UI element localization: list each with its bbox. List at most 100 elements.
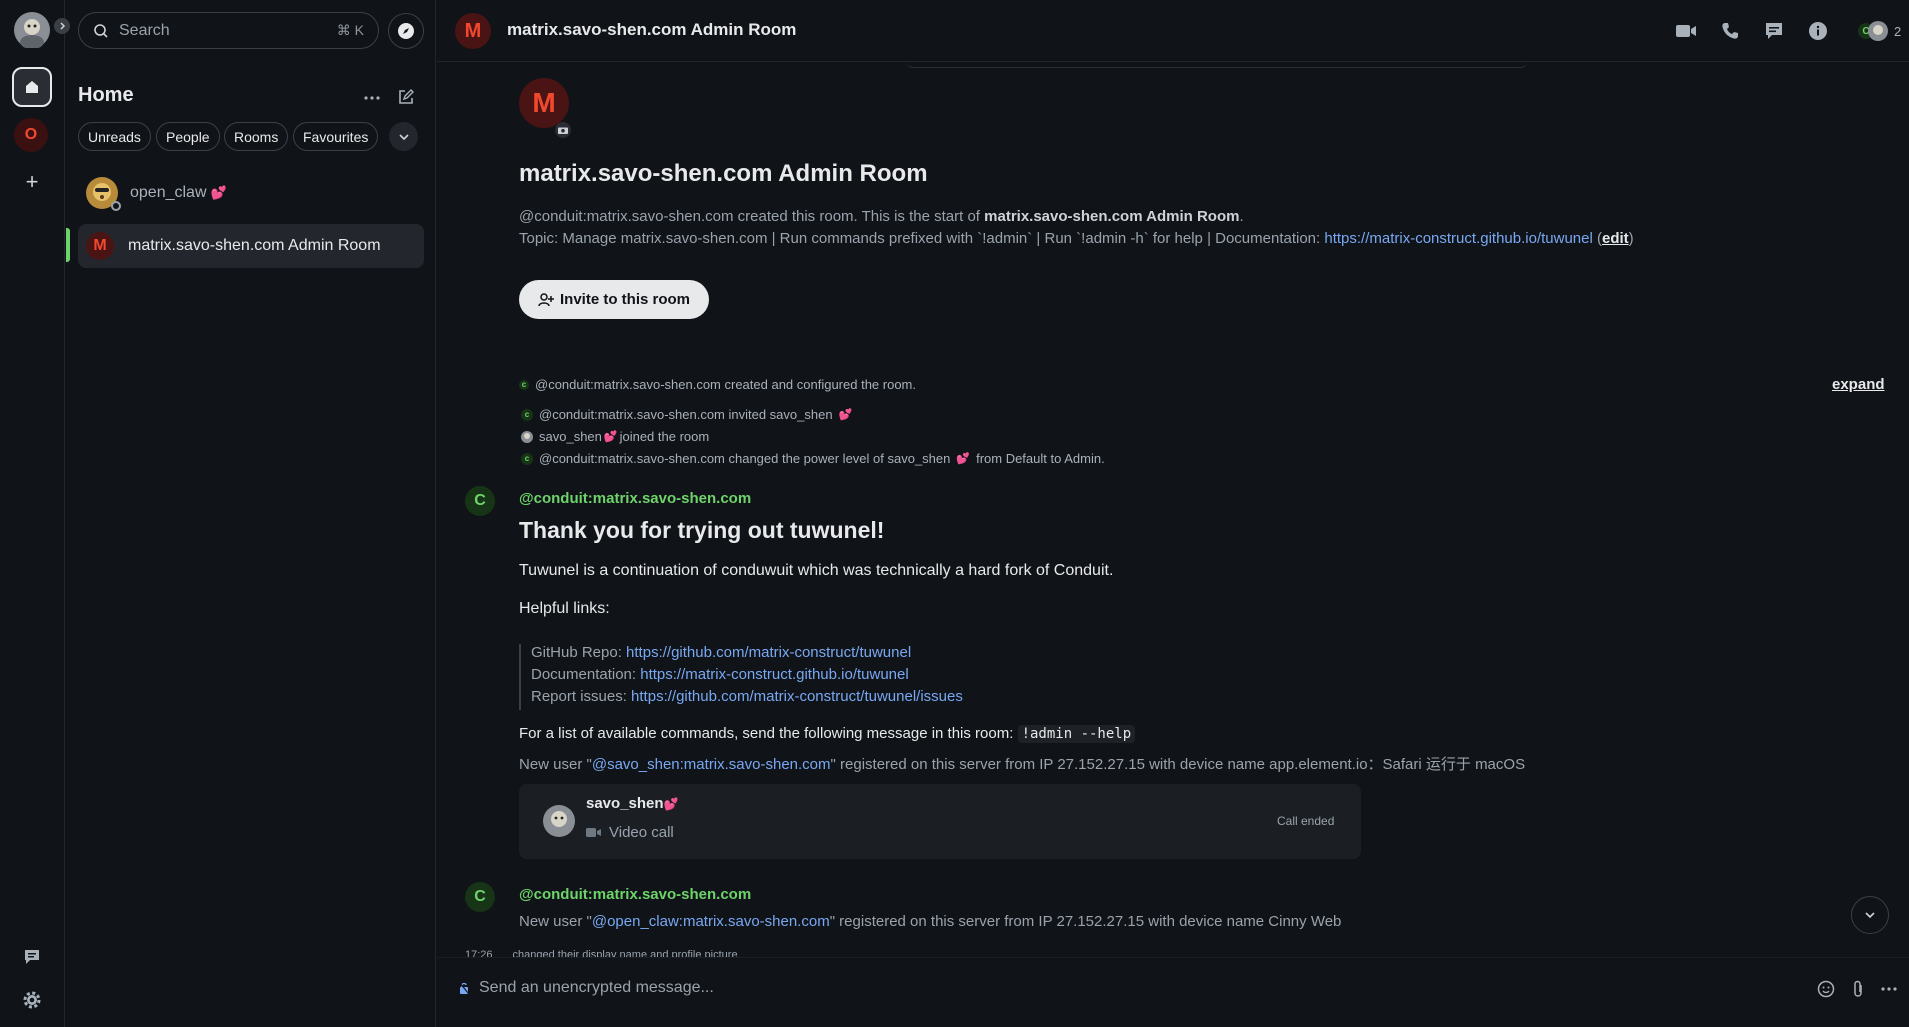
invite-button[interactable]: Invite to this room xyxy=(519,280,710,319)
sender-avatar[interactable]: C xyxy=(465,882,495,912)
documentation-link[interactable]: https://matrix-construct.github.io/tuwun… xyxy=(640,666,908,683)
home-space-button[interactable] xyxy=(12,67,52,107)
new-user-notice: New user "@open_claw:matrix.savo-shen.co… xyxy=(519,913,1341,930)
space-avatar-o[interactable]: O xyxy=(14,118,48,152)
caller-avatar xyxy=(543,805,575,837)
filter-unreads[interactable]: Unreads xyxy=(78,122,151,151)
message-heading: Thank you for trying out tuwunel! xyxy=(519,517,885,543)
home-icon xyxy=(23,78,41,96)
partial-event: 17:26 changed their display name and pro… xyxy=(465,949,738,957)
message-sender[interactable]: @conduit:matrix.savo-shen.com xyxy=(519,490,751,507)
conduit-mini-avatar: c xyxy=(519,379,529,390)
user-mention-link[interactable]: @open_claw:matrix.savo-shen.com xyxy=(592,913,830,930)
search-icon xyxy=(93,23,109,39)
filter-rooms[interactable]: Rooms xyxy=(224,122,289,151)
event-user: savo_shen xyxy=(539,429,602,444)
heart-emoji: 💕 xyxy=(663,797,679,811)
invite-button-label: Invite to this room xyxy=(560,291,691,308)
attachment-icon[interactable] xyxy=(1846,977,1870,1001)
room-header: M matrix.savo-shen.com Admin Room C 2 xyxy=(437,0,1909,62)
voice-call-icon[interactable] xyxy=(1718,19,1742,43)
message-sender[interactable]: @conduit:matrix.savo-shen.com xyxy=(519,886,751,903)
member-avatar-savo xyxy=(1868,21,1888,41)
unencrypted-lock-icon xyxy=(459,982,469,994)
heart-emoji: 💕 xyxy=(838,409,853,421)
event-invited: c @conduit:matrix.savo-shen.com invited … xyxy=(521,407,852,422)
link-line: Documentation: https://matrix-construct.… xyxy=(531,664,963,686)
add-user-icon xyxy=(538,292,554,307)
report-issues-link[interactable]: https://github.com/matrix-construct/tuwu… xyxy=(631,688,963,705)
top-edge xyxy=(907,62,1527,68)
explore-compass-icon[interactable] xyxy=(388,13,424,49)
video-call-icon[interactable] xyxy=(1674,19,1698,43)
room-header-avatar[interactable]: M xyxy=(455,13,491,49)
message-composer: Send an unencrypted message... xyxy=(437,957,1909,1027)
topic-documentation-link[interactable]: https://matrix-construct.github.io/tuwun… xyxy=(1324,230,1592,247)
filter-people[interactable]: People xyxy=(156,122,220,151)
heart-emoji: 💕 xyxy=(603,431,618,443)
add-space-icon[interactable]: + xyxy=(20,169,44,194)
helpful-links-quote: GitHub Repo: https://github.com/matrix-c… xyxy=(531,642,963,708)
sender-avatar[interactable]: C xyxy=(465,486,495,516)
search-input[interactable]: Search ⌘ K xyxy=(78,12,379,49)
jump-to-latest-chevron-icon[interactable] xyxy=(1851,896,1889,934)
camera-icon[interactable] xyxy=(555,122,571,138)
search-placeholder: Search xyxy=(119,21,170,39)
caller-name: savo_shen xyxy=(586,795,664,812)
notice-prefix: New user " xyxy=(519,756,592,773)
notice-suffix: " registered on this server from IP 27.1… xyxy=(830,756,1526,773)
filter-favourites[interactable]: Favourites xyxy=(293,122,379,151)
expand-link[interactable]: expand xyxy=(1832,376,1885,393)
selected-indicator xyxy=(66,228,70,262)
created-prefix: @conduit:matrix.savo-shen.com created th… xyxy=(519,208,985,225)
room-item-open-claw[interactable]: open_claw 💕 xyxy=(78,171,424,215)
heart-emoji: 💕 xyxy=(956,453,971,465)
call-status: Call ended xyxy=(1277,814,1335,828)
search-shortcut: ⌘ K xyxy=(336,22,364,38)
room-avatar: M xyxy=(86,232,114,260)
emoji-icon[interactable] xyxy=(1814,977,1838,1001)
filter-dropdown-chevron-icon[interactable] xyxy=(389,122,418,151)
threads-icon[interactable] xyxy=(20,945,44,969)
panel-title: Home xyxy=(78,84,134,106)
created-suffix: . xyxy=(1239,208,1244,225)
created-room-name: matrix.savo-shen.com Admin Room xyxy=(984,208,1240,225)
room-header-title[interactable]: matrix.savo-shen.com Admin Room xyxy=(507,20,796,40)
call-type: Video call xyxy=(586,824,674,841)
compose-icon[interactable] xyxy=(394,85,418,109)
more-options-icon[interactable] xyxy=(360,86,384,110)
topic-edit-open: ( xyxy=(1592,230,1602,247)
message-paragraph: Helpful links: xyxy=(519,600,610,617)
room-intro-avatar[interactable]: M xyxy=(519,78,569,128)
message-paragraph: Tuwunel is a continuation of conduwuit w… xyxy=(519,562,1114,579)
github-repo-link[interactable]: https://github.com/matrix-construct/tuwu… xyxy=(626,644,911,661)
more-options-icon[interactable] xyxy=(1877,977,1901,1001)
commands-line: For a list of available commands, send t… xyxy=(519,725,1136,743)
threads-icon[interactable] xyxy=(1762,19,1786,43)
edit-topic-link[interactable]: edit xyxy=(1602,230,1629,247)
message-input[interactable]: Send an unencrypted message... xyxy=(479,979,1579,997)
room-info-icon[interactable] xyxy=(1806,19,1830,43)
event-text: @conduit:matrix.savo-shen.com invited sa… xyxy=(539,407,833,422)
conduit-mini-avatar: c xyxy=(521,452,533,465)
room-topic: Topic: Manage matrix.savo-shen.com | Run… xyxy=(519,230,1634,247)
user-mention-link[interactable]: @savo_shen:matrix.savo-shen.com xyxy=(592,756,831,773)
settings-gear-icon[interactable] xyxy=(20,988,44,1012)
spaces-bar: O + xyxy=(0,0,70,1027)
member-facepile[interactable]: C 2 xyxy=(1856,19,1909,43)
room-name: open_claw xyxy=(130,184,207,201)
event-text: @conduit:matrix.savo-shen.com created an… xyxy=(535,377,916,392)
event-power-level: c @conduit:matrix.savo-shen.com changed … xyxy=(521,451,1105,466)
timeline: M matrix.savo-shen.com Admin Room @condu… xyxy=(437,62,1909,957)
room-item-admin-room[interactable]: M matrix.savo-shen.com Admin Room xyxy=(78,224,424,268)
event-text: joined the room xyxy=(619,429,710,444)
notice-prefix: New user " xyxy=(519,913,592,930)
new-user-notice: New user "@savo_shen:matrix.savo-shen.co… xyxy=(519,753,1525,774)
conduit-mini-avatar: c xyxy=(521,408,533,421)
event-time: 17:26 xyxy=(465,949,493,957)
blockquote-bar xyxy=(519,644,521,710)
link-label: Documentation: xyxy=(531,666,641,683)
call-card[interactable]: savo_shen💕 Video call Call ended xyxy=(519,784,1361,859)
user-avatar[interactable] xyxy=(14,12,50,48)
notice-suffix: " registered on this server from IP 27.1… xyxy=(829,913,1342,930)
